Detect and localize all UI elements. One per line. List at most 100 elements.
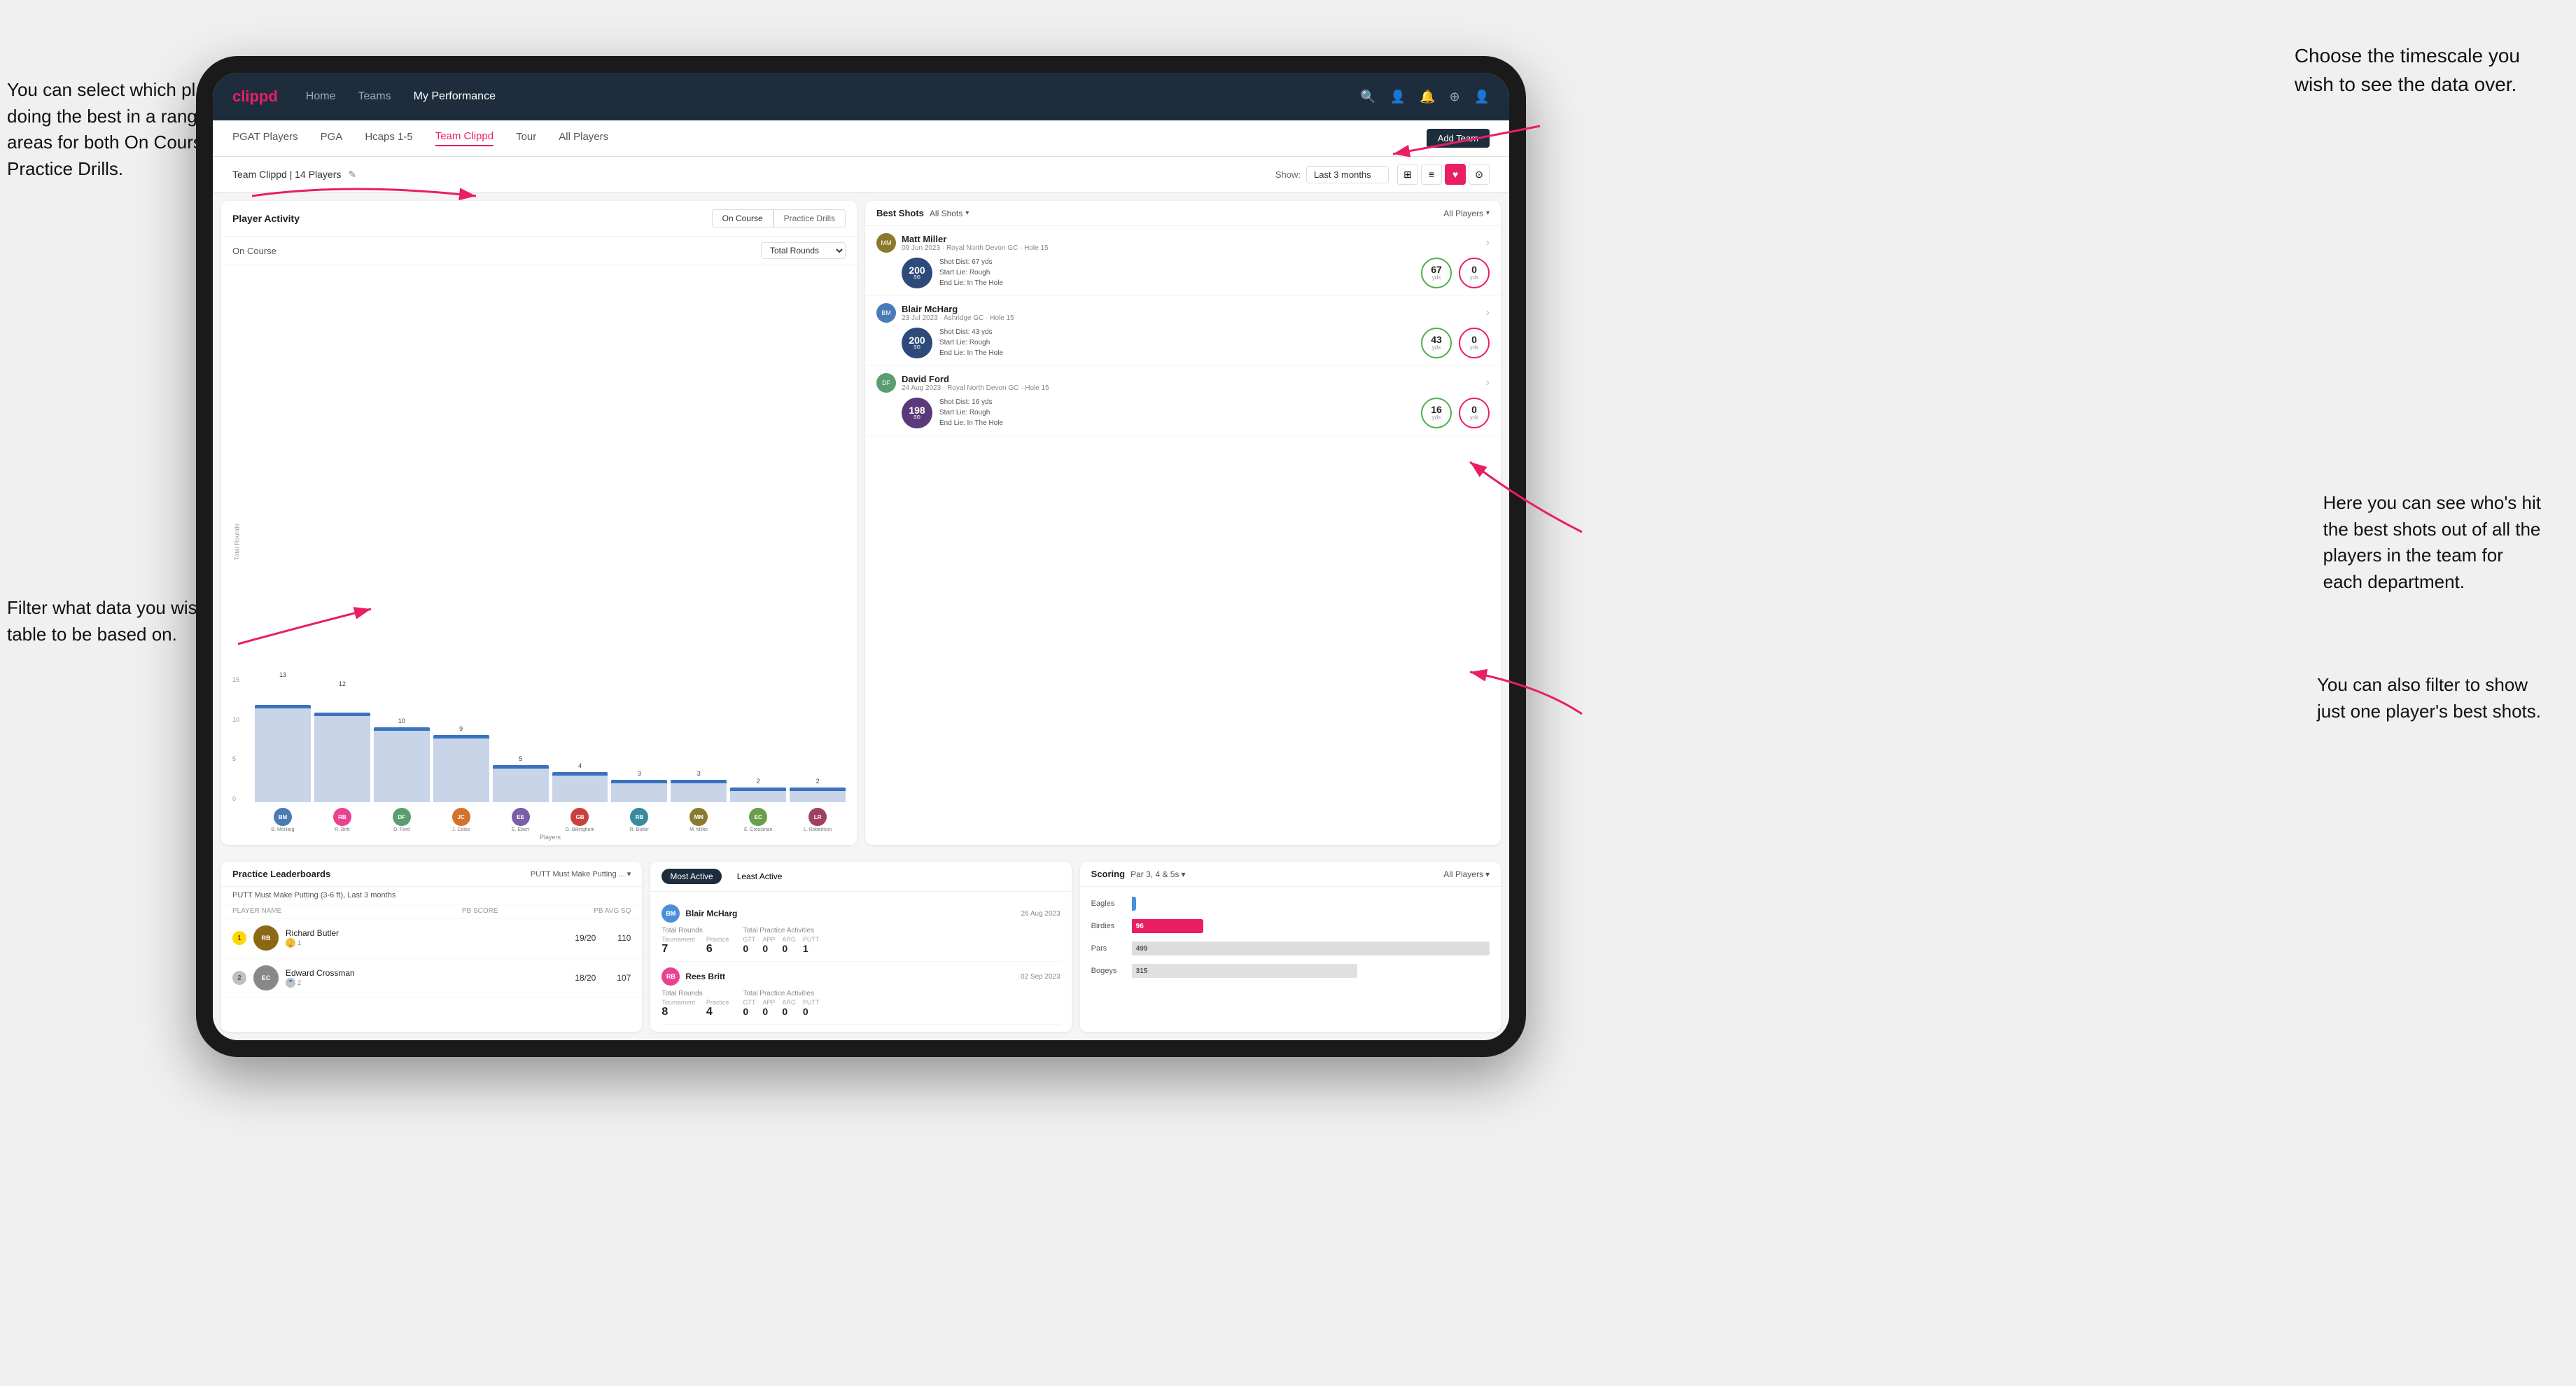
bar-highlight-2 (314, 713, 370, 716)
scoring-bar-birdies: 96 (1132, 919, 1203, 933)
practice-group-1: Practice 6 (706, 936, 729, 955)
bar-highlight-9 (730, 788, 786, 791)
nav-item-teams[interactable]: Teams (358, 90, 391, 103)
team-header: Team Clippd | 14 Players ✎ Show: Last 3 … (213, 157, 1509, 192)
shot-stat-circle-3a: 16 yds (1421, 398, 1452, 428)
sub-nav-pgat[interactable]: PGAT Players (232, 131, 298, 146)
player-stats-data-1: Total Rounds Tournament 7 Practice (662, 927, 1060, 955)
sub-nav-tour[interactable]: Tour (516, 131, 536, 146)
player-name-4: J. Coles (433, 827, 489, 832)
player-avatar-10: LR (808, 808, 827, 826)
putt-2: PUTT 0 (803, 999, 820, 1017)
nav-item-home[interactable]: Home (306, 90, 336, 103)
lb-badge-1: 🏆 1 (286, 938, 554, 948)
all-shots-dropdown[interactable]: All Shots ▾ (930, 209, 969, 218)
shot-chevron-1[interactable]: › (1486, 237, 1490, 249)
avatar-wrap-9: EC (730, 808, 786, 826)
bottom-grid: Practice Leaderboards PUTT Must Make Put… (213, 862, 1509, 1040)
sub-nav-hcaps[interactable]: Hcaps 1-5 (365, 131, 412, 146)
lb-col-player: PLAYER NAME (232, 907, 365, 915)
player-stats-header-1: BM Blair McHarg 26 Aug 2023 (662, 904, 1060, 923)
avatar-wrap-2: RB (314, 808, 370, 826)
plus-circle-icon[interactable]: ⊕ (1449, 90, 1460, 104)
bar-chart-area: 0 5 10 15 Total Rounds 13 (221, 265, 857, 845)
shot-item-1[interactable]: MM Matt Miller 09 Jun 2023 · Royal North… (865, 226, 1501, 296)
view-list-button[interactable]: ≡ (1421, 164, 1442, 185)
view-grid-button[interactable]: ⊞ (1397, 164, 1418, 185)
shot-item-2[interactable]: BM Blair McHarg 23 Jul 2023 · Ashridge G… (865, 296, 1501, 366)
shot-chevron-2[interactable]: › (1486, 307, 1490, 319)
lb-badge-2: 🥈 2 (286, 978, 554, 988)
show-dropdown[interactable]: Last 3 months (1306, 166, 1389, 183)
add-team-button[interactable]: Add Team (1427, 129, 1490, 148)
player-names-row: B. McHarg R. Britt D. Ford J. Coles E. E… (255, 827, 846, 832)
activity-card-header: Player Activity On Course Practice Drill… (221, 201, 857, 237)
tab-practice-drills[interactable]: Practice Drills (774, 209, 846, 227)
nav-item-performance[interactable]: My Performance (414, 90, 496, 103)
view-settings-button[interactable]: ⊙ (1469, 164, 1490, 185)
stats-card-header: Most Active Least Active (650, 862, 1071, 892)
lb-row-1[interactable]: 1 RB Richard Butler 🏆 1 19/20 110 (221, 918, 642, 958)
bar-label-9: 2 (757, 778, 760, 785)
scoring-body: Eagles 3 Birdies (1080, 887, 1501, 988)
shot-meta-3: 24 Aug 2023 · Royal North Devon GC · Hol… (902, 384, 1049, 392)
shot-info-1: Shot Dist: 67 yds Start Lie: Rough End L… (939, 257, 1414, 288)
scoring-dropdown-1[interactable]: Par 3, 4 & 5s ▾ (1130, 869, 1185, 879)
avatar-wrap-5: EE (493, 808, 549, 826)
avatar-icon[interactable]: 👤 (1474, 90, 1490, 104)
sub-nav-team-clippd[interactable]: Team Clippd (435, 130, 493, 146)
scoring-row-eagles: Eagles 3 (1080, 892, 1501, 915)
sub-nav-all-players[interactable]: All Players (559, 131, 608, 146)
bar-label-2: 12 (339, 680, 346, 687)
avatar-wrap-3: DF (374, 808, 430, 826)
player-stats-data-2: Total Rounds Tournament 8 Practice (662, 990, 1060, 1018)
nav-items: Home Teams My Performance (306, 90, 1360, 103)
bar-label-5: 5 (519, 755, 522, 762)
shot-stat-1a: 67 yds (1421, 258, 1452, 288)
show-label: Show: (1275, 169, 1301, 180)
activity-title: Player Activity (232, 213, 300, 224)
tournament-group-2: Tournament 8 (662, 999, 695, 1018)
shot-meta-2: 23 Jul 2023 · Ashridge GC · Hole 15 (902, 314, 1014, 322)
content-area: Team Clippd | 14 Players ✎ Show: Last 3 … (213, 157, 1509, 1040)
rounds-vals-1: Tournament 7 Practice 6 (662, 936, 729, 955)
player-avatar-7: RB (630, 808, 648, 826)
player-name-1: B. McHarg (255, 827, 311, 832)
tournament-group-1: Tournament 7 (662, 936, 695, 955)
total-rounds-group-1: Total Rounds Tournament 7 Practice (662, 927, 729, 955)
player-name-7: R. Butler (611, 827, 667, 832)
lb-row-2[interactable]: 2 EC Edward Crossman 🥈 2 18/20 107 (221, 958, 642, 998)
scoring-row-birdies: Birdies 96 (1080, 915, 1501, 937)
bar-label-10: 2 (816, 778, 820, 785)
bar-group-10: 2 (790, 676, 846, 802)
scoring-dropdown-2[interactable]: All Players ▾ (1443, 869, 1490, 879)
bar-highlight-5 (493, 765, 549, 769)
user-icon[interactable]: 👤 (1390, 90, 1406, 104)
sub-nav-pga[interactable]: PGA (321, 131, 343, 146)
bar-label-7: 3 (638, 770, 641, 777)
bell-icon[interactable]: 🔔 (1420, 90, 1435, 104)
team-name: Team Clippd | 14 Players (232, 169, 341, 180)
scoring-header: Scoring Par 3, 4 & 5s ▾ All Players ▾ (1080, 862, 1501, 887)
search-icon[interactable]: 🔍 (1360, 90, 1376, 104)
shot-chevron-3[interactable]: › (1486, 377, 1490, 389)
view-heart-button[interactable]: ♥ (1445, 164, 1466, 185)
shot-stat-circle-2b: 0 yds (1459, 328, 1490, 358)
tab-least-active[interactable]: Least Active (729, 869, 791, 884)
shot-item-3[interactable]: DF David Ford 24 Aug 2023 · Royal North … (865, 366, 1501, 436)
tab-most-active[interactable]: Most Active (662, 869, 721, 884)
psh-name-2: Rees Britt (685, 972, 725, 981)
all-players-dropdown[interactable]: All Players ▾ (1443, 209, 1490, 218)
shot-avatar-1: MM (876, 233, 896, 253)
lb-avg-2: 107 (603, 973, 631, 983)
psh-date-1: 26 Aug 2023 (1021, 910, 1060, 918)
bar-group-4: 9 (433, 676, 489, 802)
tab-on-course[interactable]: On Course (712, 209, 774, 227)
edit-icon[interactable]: ✎ (348, 169, 356, 181)
avatar-wrap-4: JC (433, 808, 489, 826)
psh-date-2: 02 Sep 2023 (1021, 973, 1060, 981)
leaderboard-dropdown[interactable]: PUTT Must Make Putting ... ▾ (531, 869, 631, 878)
player-name-2: R. Britt (314, 827, 370, 832)
total-rounds-dropdown[interactable]: Total Rounds (761, 242, 846, 259)
player-name-9: E. Crossman (730, 827, 786, 832)
